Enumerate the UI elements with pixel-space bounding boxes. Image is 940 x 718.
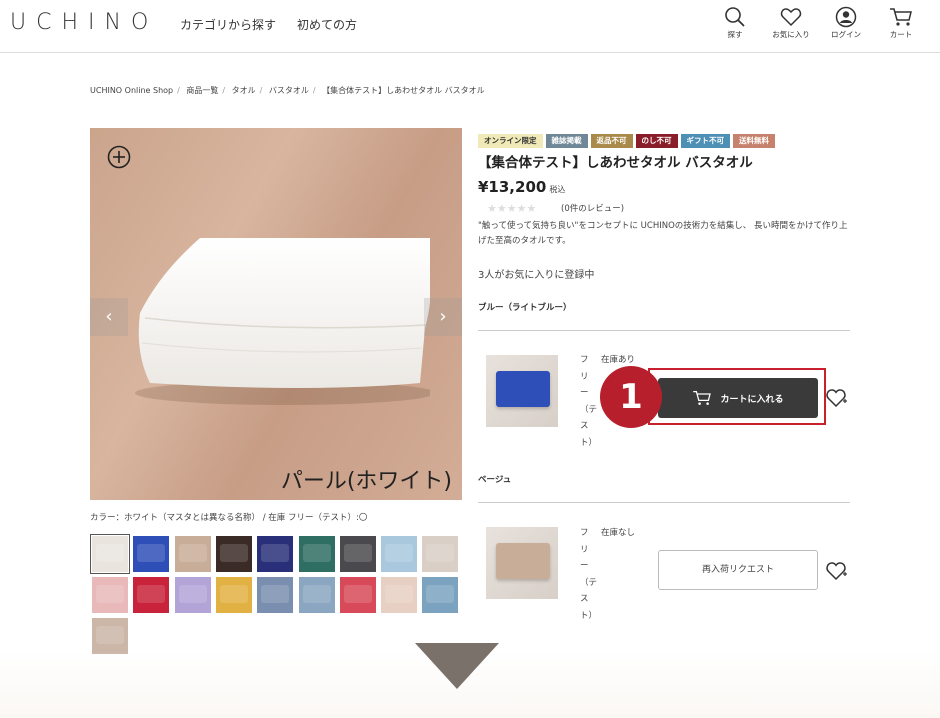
breadcrumb-item[interactable]: UCHINO Online Shop — [90, 86, 173, 95]
user-icon — [835, 6, 857, 28]
product-description: "触って使って気持ち良い"をコンセプトに UCHINOの技術力を結集し、 長い時… — [478, 221, 848, 246]
chevron-right-icon: › — [439, 306, 447, 327]
heart-plus-icon[interactable] — [826, 561, 848, 581]
product-badge: 送料無料 — [733, 134, 775, 148]
header-favorites[interactable]: お気に入り — [765, 6, 817, 40]
tax-label: 税込 — [549, 185, 566, 194]
product-badge: のし不可 — [635, 134, 678, 148]
thumbnail[interactable] — [422, 536, 459, 572]
towel-illustration — [135, 238, 430, 405]
product-badge: 雑誌掲載 — [545, 134, 588, 148]
breadcrumb: UCHINO Online Shop / 商品一覧 / タオル / バスタオル / 【集… — [90, 86, 485, 95]
product-badge: ギフト不可 — [680, 134, 730, 148]
divider — [478, 502, 850, 503]
favorites-label: お気に入り — [772, 30, 810, 39]
heart-icon — [780, 8, 802, 27]
stock-status: 在庫なし — [601, 528, 636, 538]
restock-request-button[interactable]: 再入荷リクエスト — [658, 550, 818, 590]
variant-image — [486, 527, 558, 599]
thumbnail[interactable] — [381, 577, 418, 613]
thumbnail[interactable] — [298, 536, 335, 572]
product-title: 【集合体テスト】しあわせタオル バスタオル — [478, 155, 753, 171]
price-value: ¥13,200 — [478, 178, 547, 196]
heart-plus-icon[interactable] — [826, 388, 848, 408]
thumbnail[interactable] — [257, 536, 294, 572]
gallery-prev[interactable]: ‹ — [90, 298, 128, 336]
nav-first-time[interactable]: 初めての方 — [297, 16, 357, 33]
thumbnail[interactable] — [215, 577, 252, 613]
thumbnail[interactable] — [174, 577, 211, 613]
variant-size: フリー（テスト） — [580, 528, 598, 621]
login-label: ログイン — [831, 30, 861, 39]
cart-icon — [890, 8, 912, 26]
thumbnail[interactable] — [381, 536, 418, 572]
step-number-badge: 1 — [600, 366, 662, 428]
thumbnail[interactable] — [92, 577, 128, 613]
thumbnail[interactable] — [257, 577, 294, 613]
thumbnail[interactable] — [422, 577, 459, 613]
divider — [478, 330, 850, 331]
thumbnail[interactable] — [133, 577, 170, 613]
image-color-caption: パール(ホワイト) — [280, 469, 452, 494]
variant-group-title: ブルー（ライトブルー） — [478, 303, 572, 313]
badge-row: オンライン限定 雑誌掲載 返品不可 のし不可 ギフト不可 送料無料 — [478, 128, 778, 148]
cart-label: カート — [889, 30, 913, 39]
product-page: UCHINO カテゴリから探す 初めての方 探す お気に入り ログイン カート … — [0, 0, 940, 718]
nav-category[interactable]: カテゴリから探す — [180, 16, 276, 33]
product-badge: オンライン限定 — [478, 134, 543, 148]
thumbnail[interactable] — [133, 536, 170, 572]
zoom-plus-icon[interactable] — [107, 145, 131, 169]
rating-stars: ★★★★★ — [487, 202, 537, 215]
thumbnail[interactable] — [215, 536, 252, 572]
thumbnail[interactable] — [339, 536, 376, 572]
header-login[interactable]: ログイン — [820, 6, 872, 40]
variant-group-title: ベージュ — [478, 475, 512, 485]
product-price: ¥13,200 税込 — [478, 178, 565, 196]
thumbnail[interactable] — [90, 534, 130, 574]
chevron-left-icon: ‹ — [105, 306, 113, 327]
gallery-next[interactable]: › — [424, 298, 462, 336]
product-badge: 返品不可 — [590, 134, 633, 148]
search-icon — [725, 7, 745, 27]
thumbnail[interactable] — [298, 577, 335, 613]
thumbnail[interactable] — [339, 577, 376, 613]
down-arrow-icon — [415, 643, 499, 689]
color-stock-caption: カラー：ホワイト（マスタとは異なる名称） / 在庫 フリー（テスト）:〇 — [90, 513, 368, 523]
variant-image — [486, 355, 558, 427]
breadcrumb-item[interactable]: バスタオル — [269, 86, 309, 95]
variant-size: フリー（テスト） — [580, 355, 598, 448]
review-count[interactable]: (0件のレビュー) — [561, 202, 624, 214]
thumbnail[interactable] — [174, 536, 211, 572]
site-header: UCHINO カテゴリから探す 初めての方 探す お気に入り ログイン カート — [0, 0, 940, 53]
header-search[interactable]: 探す — [709, 6, 761, 40]
site-logo[interactable]: UCHINO — [10, 10, 158, 35]
breadcrumb-current: 【集合体テスト】しあわせタオル バスタオル — [322, 86, 485, 95]
highlight-frame — [648, 368, 826, 425]
breadcrumb-item[interactable]: タオル — [232, 86, 256, 95]
favorite-count: 3人がお気に入りに登録中 — [478, 270, 595, 281]
thumbnail[interactable] — [92, 618, 128, 654]
header-cart[interactable]: カート — [875, 6, 927, 40]
breadcrumb-item[interactable]: 商品一覧 — [186, 86, 218, 95]
product-main-image[interactable]: ‹ › パール(ホワイト) — [90, 128, 462, 500]
search-label: 探す — [727, 30, 743, 39]
